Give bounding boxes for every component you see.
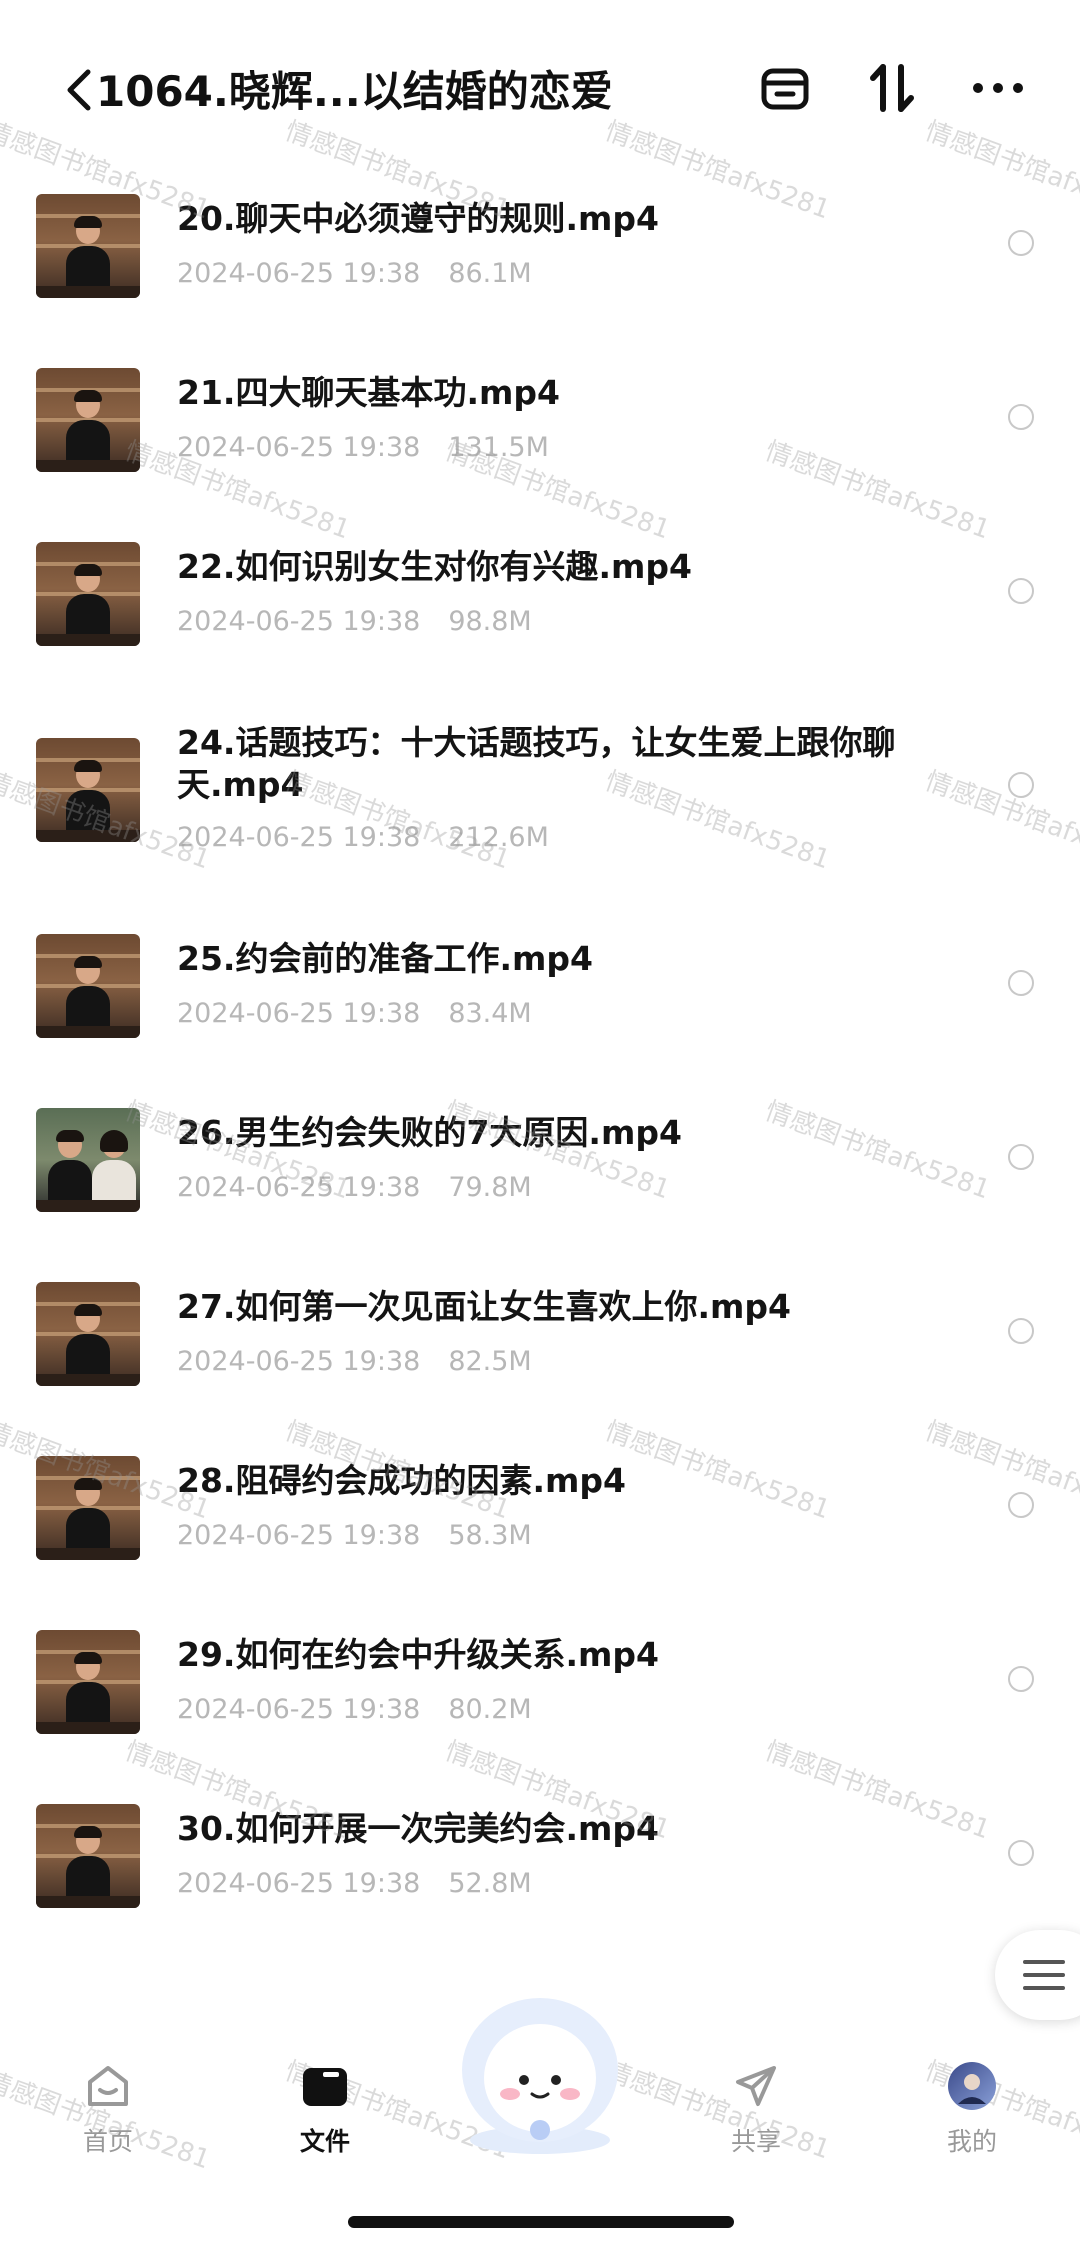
file-name: 29.如何在约会中升级关系.mp4 bbox=[177, 1635, 659, 1674]
select-radio[interactable] bbox=[1008, 970, 1034, 996]
tab-label: 我的 bbox=[946, 2127, 997, 2156]
file-date: 2024-06-25 19:38 bbox=[177, 1868, 421, 1899]
file-date: 2024-06-25 19:38 bbox=[177, 1694, 421, 1725]
home-indicator bbox=[348, 2216, 734, 2228]
select-radio[interactable] bbox=[1008, 1144, 1034, 1170]
file-size: 80.2M bbox=[448, 1694, 532, 1725]
tab-me[interactable]: 我的 bbox=[912, 2060, 1032, 2158]
video-thumbnail bbox=[36, 1456, 140, 1560]
file-meta: 2024-06-25 19:38 58.3M bbox=[177, 1520, 532, 1551]
tab-home[interactable]: 首页 bbox=[48, 2060, 168, 2158]
file-meta: 2024-06-25 19:38 82.5M bbox=[177, 1346, 532, 1377]
file-meta: 2024-06-25 19:38 212.6M bbox=[177, 822, 549, 853]
file-name: 25.约会前的准备工作.mp4 bbox=[177, 939, 593, 978]
file-size: 131.5M bbox=[448, 432, 549, 463]
file-size: 79.8M bbox=[448, 1172, 532, 1203]
file-row[interactable]: 24.话题技巧：十大话题技巧，让女生爱上跟你聊天.mp4 2024-06-25 … bbox=[0, 722, 1080, 902]
file-name: 22.如何识别女生对你有兴趣.mp4 bbox=[177, 547, 692, 586]
file-meta: 2024-06-25 19:38 52.8M bbox=[177, 1868, 532, 1899]
file-size: 83.4M bbox=[448, 998, 532, 1029]
tab-files[interactable]: 文件 bbox=[265, 2060, 385, 2158]
file-date: 2024-06-25 19:38 bbox=[177, 998, 421, 1029]
tab-label: 文件 bbox=[299, 2127, 350, 2156]
page-title: 1064.晓辉...以结婚的恋爱 bbox=[96, 67, 613, 116]
file-name: 30.如何开展一次完美约会.mp4 bbox=[177, 1809, 659, 1848]
file-date: 2024-06-25 19:38 bbox=[177, 1172, 421, 1203]
file-meta: 2024-06-25 19:38 131.5M bbox=[177, 432, 549, 463]
file-meta: 2024-06-25 19:38 83.4M bbox=[177, 998, 532, 1029]
file-meta: 2024-06-25 19:38 79.8M bbox=[177, 1172, 532, 1203]
more-icon bbox=[973, 83, 1023, 93]
select-radio[interactable] bbox=[1008, 1318, 1034, 1344]
select-radio[interactable] bbox=[1008, 1492, 1034, 1518]
file-date: 2024-06-25 19:38 bbox=[177, 606, 421, 637]
video-thumbnail bbox=[36, 1108, 140, 1212]
video-thumbnail bbox=[36, 1804, 140, 1908]
video-thumbnail bbox=[36, 368, 140, 472]
assistant-mascot-icon[interactable] bbox=[446, 1990, 634, 2160]
select-radio[interactable] bbox=[1008, 578, 1034, 604]
file-row[interactable]: 20.聊天中必须遵守的规则.mp4 2024-06-25 19:38 86.1M bbox=[0, 188, 1080, 338]
file-size: 82.5M bbox=[448, 1346, 532, 1377]
select-radio[interactable] bbox=[1008, 772, 1034, 798]
file-size: 212.6M bbox=[448, 822, 549, 853]
select-radio[interactable] bbox=[1008, 1666, 1034, 1692]
video-thumbnail bbox=[36, 1282, 140, 1386]
tab-label: 首页 bbox=[82, 2127, 133, 2156]
file-name: 27.如何第一次见面让女生喜欢上你.mp4 bbox=[177, 1287, 791, 1326]
file-row[interactable]: 27.如何第一次见面让女生喜欢上你.mp4 2024-06-25 19:38 82… bbox=[0, 1276, 1080, 1426]
select-radio[interactable] bbox=[1008, 404, 1034, 430]
file-size: 58.3M bbox=[448, 1520, 532, 1551]
file-name: 28.阻碍约会成功的因素.mp4 bbox=[177, 1461, 626, 1500]
select-radio[interactable] bbox=[1008, 230, 1034, 256]
file-row[interactable]: 30.如何开展一次完美约会.mp4 2024-06-25 19:38 52.8M bbox=[0, 1798, 1080, 1948]
tab-label: 共享 bbox=[730, 2127, 781, 2156]
video-thumbnail bbox=[36, 1630, 140, 1734]
send-icon bbox=[736, 2066, 776, 2106]
tab-share[interactable]: 共享 bbox=[696, 2060, 816, 2158]
back-icon[interactable] bbox=[60, 62, 96, 118]
file-row[interactable]: 22.如何识别女生对你有兴趣.mp4 2024-06-25 19:38 98.8M bbox=[0, 536, 1080, 686]
file-name: 21.四大聊天基本功.mp4 bbox=[177, 373, 560, 412]
file-meta: 2024-06-25 19:38 86.1M bbox=[177, 258, 532, 289]
file-date: 2024-06-25 19:38 bbox=[177, 1346, 421, 1377]
tray-button[interactable] bbox=[755, 58, 815, 118]
sort-button[interactable] bbox=[862, 58, 922, 118]
file-row[interactable]: 21.四大聊天基本功.mp4 2024-06-25 19:38 131.5M bbox=[0, 362, 1080, 512]
video-thumbnail bbox=[36, 194, 140, 298]
avatar-icon bbox=[948, 2062, 996, 2110]
file-row[interactable]: 26.男生约会失败的7大原因.mp4 2024-06-25 19:38 79.8M bbox=[0, 1102, 1080, 1252]
file-size: 98.8M bbox=[448, 606, 532, 637]
video-thumbnail bbox=[36, 738, 140, 842]
file-date: 2024-06-25 19:38 bbox=[177, 822, 421, 853]
video-thumbnail bbox=[36, 542, 140, 646]
file-date: 2024-06-25 19:38 bbox=[177, 1520, 421, 1551]
video-thumbnail bbox=[36, 934, 140, 1038]
file-row[interactable]: 28.阻碍约会成功的因素.mp4 2024-06-25 19:38 58.3M bbox=[0, 1450, 1080, 1600]
top-bar: 1064.晓辉...以结婚的恋爱 bbox=[0, 0, 1080, 175]
folder-icon bbox=[303, 2068, 347, 2106]
more-button[interactable] bbox=[968, 58, 1028, 118]
tray-icon bbox=[761, 68, 809, 110]
file-name: 20.聊天中必须遵守的规则.mp4 bbox=[177, 199, 659, 238]
file-name: 24.话题技巧：十大话题技巧，让女生爱上跟你聊天.mp4 bbox=[177, 723, 896, 804]
file-size: 52.8M bbox=[448, 1868, 532, 1899]
select-radio[interactable] bbox=[1008, 1840, 1034, 1866]
sort-icon bbox=[870, 64, 914, 112]
file-name: 26.男生约会失败的7大原因.mp4 bbox=[177, 1113, 682, 1152]
file-row[interactable]: 29.如何在约会中升级关系.mp4 2024-06-25 19:38 80.2M bbox=[0, 1624, 1080, 1774]
file-row[interactable]: 25.约会前的准备工作.mp4 2024-06-25 19:38 83.4M bbox=[0, 928, 1080, 1078]
home-icon bbox=[88, 2066, 128, 2106]
file-meta: 2024-06-25 19:38 80.2M bbox=[177, 1694, 532, 1725]
file-meta: 2024-06-25 19:38 98.8M bbox=[177, 606, 532, 637]
file-date: 2024-06-25 19:38 bbox=[177, 258, 421, 289]
file-size: 86.1M bbox=[448, 258, 532, 289]
file-date: 2024-06-25 19:38 bbox=[177, 432, 421, 463]
